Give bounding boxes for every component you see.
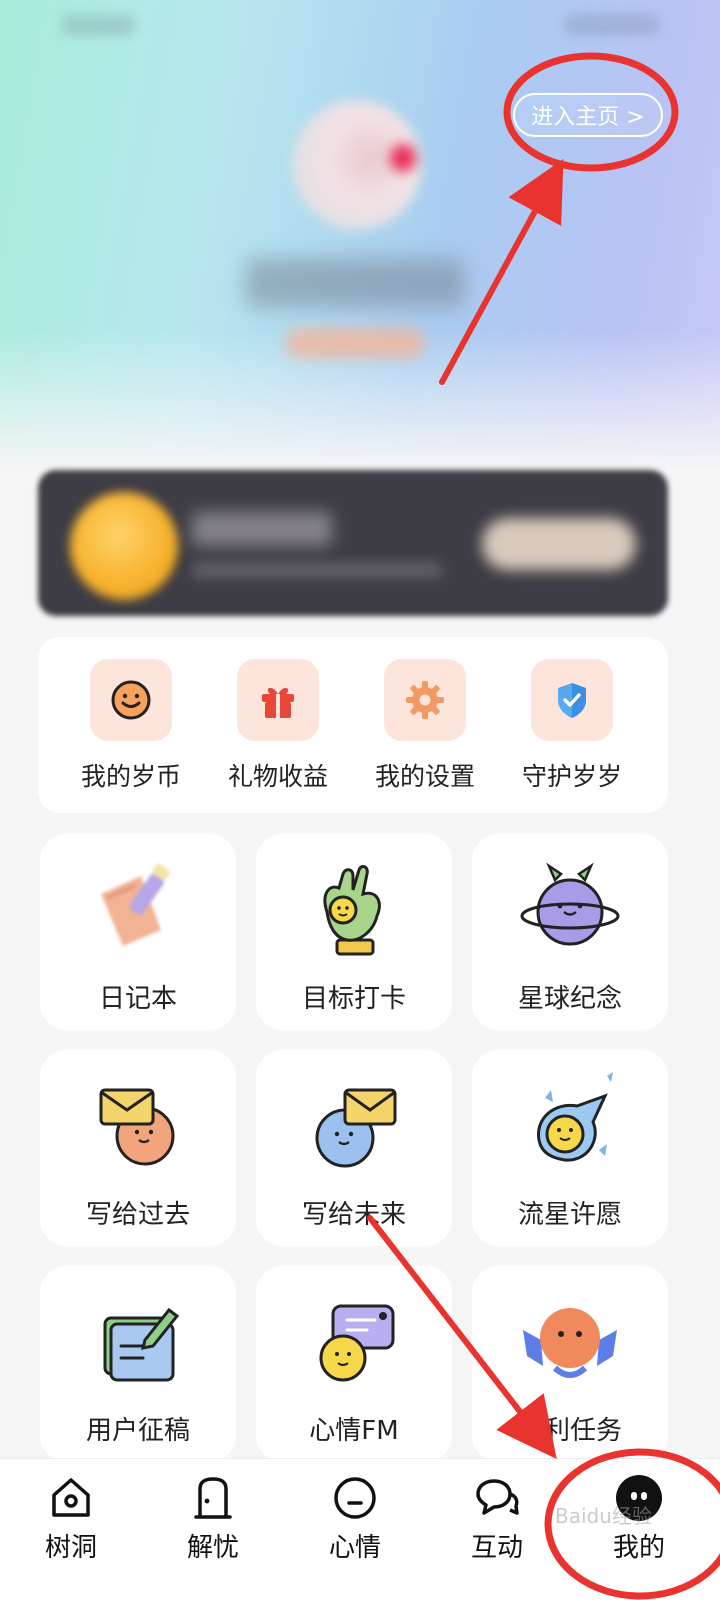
quick-action-gifts[interactable]: 礼物收益 [203,659,353,799]
banner-action-button[interactable] [482,518,636,570]
ok-hand-icon [323,865,381,956]
nickname-blurred [245,258,465,308]
nav-relief[interactable]: 解忧 [158,1475,268,1585]
avatar[interactable] [292,100,422,230]
nav-interaction[interactable]: 互动 [442,1475,552,1585]
nav-label: 树洞 [44,1533,97,1563]
face-icon [334,1477,376,1519]
quick-action-settings[interactable]: 我的设置 [350,659,500,799]
door-icon [194,1477,232,1519]
feature-planet-memorial[interactable]: 星球纪念 [472,834,668,1030]
status-bar-time [60,14,136,36]
quick-action-label: 礼物收益 [227,762,328,791]
shield-check-icon [531,659,613,741]
level-badge-blurred [285,328,425,358]
nav-mine[interactable]: 我的 [584,1475,694,1585]
quick-action-guardian[interactable]: 守护岁岁 [497,659,647,799]
coin-icon [70,492,178,600]
nav-tree-hole[interactable]: 树洞 [16,1475,126,1585]
quick-action-label: 我的岁币 [80,762,181,791]
feature-label: 福利任务 [517,1416,622,1446]
nav-label: 我的 [612,1533,665,1563]
quick-action-coins[interactable]: 我的岁币 [56,659,206,799]
feature-user-submission[interactable]: 用户征稿 [40,1266,236,1462]
enter-homepage-button[interactable]: 进入主页 > [513,93,663,137]
chat-icon [476,1479,519,1515]
banner-title-blurred [192,512,332,546]
bottom-nav: 树洞 解忧 心情 互动 我的 [0,1458,720,1600]
quick-action-label: 守护岁岁 [521,762,622,791]
quick-actions-card: 我的岁币 礼物收益 我的设置 守护岁岁 [38,637,668,813]
feature-reward-tasks[interactable]: 福利任务 [472,1266,668,1462]
planet-icon [520,862,620,946]
banner-subtitle-blurred [192,562,442,578]
feature-label: 心情FM [309,1416,399,1446]
submission-icon [103,1307,180,1382]
gift-icon [237,659,319,741]
smile-coin-icon [90,659,172,741]
letter-future-icon [315,1088,397,1168]
watermark: Baidu经验 [555,1504,652,1528]
nav-label: 心情 [328,1533,381,1563]
quick-action-label: 我的设置 [374,762,475,791]
feature-meteor-wish[interactable]: 流星许愿 [472,1050,668,1246]
feature-letter-past[interactable]: 写给过去 [40,1050,236,1246]
feature-label: 写给未来 [301,1200,406,1230]
feature-label: 写给过去 [85,1200,190,1230]
diary-icon [101,864,170,946]
feature-letter-future[interactable]: 写给未来 [256,1050,452,1246]
letter-past-icon [99,1088,175,1166]
feature-label: 用户征稿 [85,1416,190,1446]
profile-header [0,0,720,470]
nav-label: 互动 [470,1533,523,1563]
feature-mood-fm[interactable]: 心情FM [256,1266,452,1462]
meteor-icon [537,1072,613,1162]
feature-label: 流星许愿 [517,1200,622,1230]
gear-icon [384,659,466,741]
status-bar-indicators [564,14,660,36]
feature-diary[interactable]: 日记本 [40,834,236,1030]
feature-label: 目标打卡 [301,984,406,1014]
feature-goal-checkin[interactable]: 目标打卡 [256,834,452,1030]
radio-icon [319,1304,395,1382]
feature-label: 日记本 [98,984,177,1014]
reward-icon [523,1308,617,1378]
house-icon [52,1478,90,1517]
nav-label: 解忧 [186,1533,239,1563]
feature-label: 星球纪念 [517,984,622,1014]
nav-mood[interactable]: 心情 [300,1475,410,1585]
